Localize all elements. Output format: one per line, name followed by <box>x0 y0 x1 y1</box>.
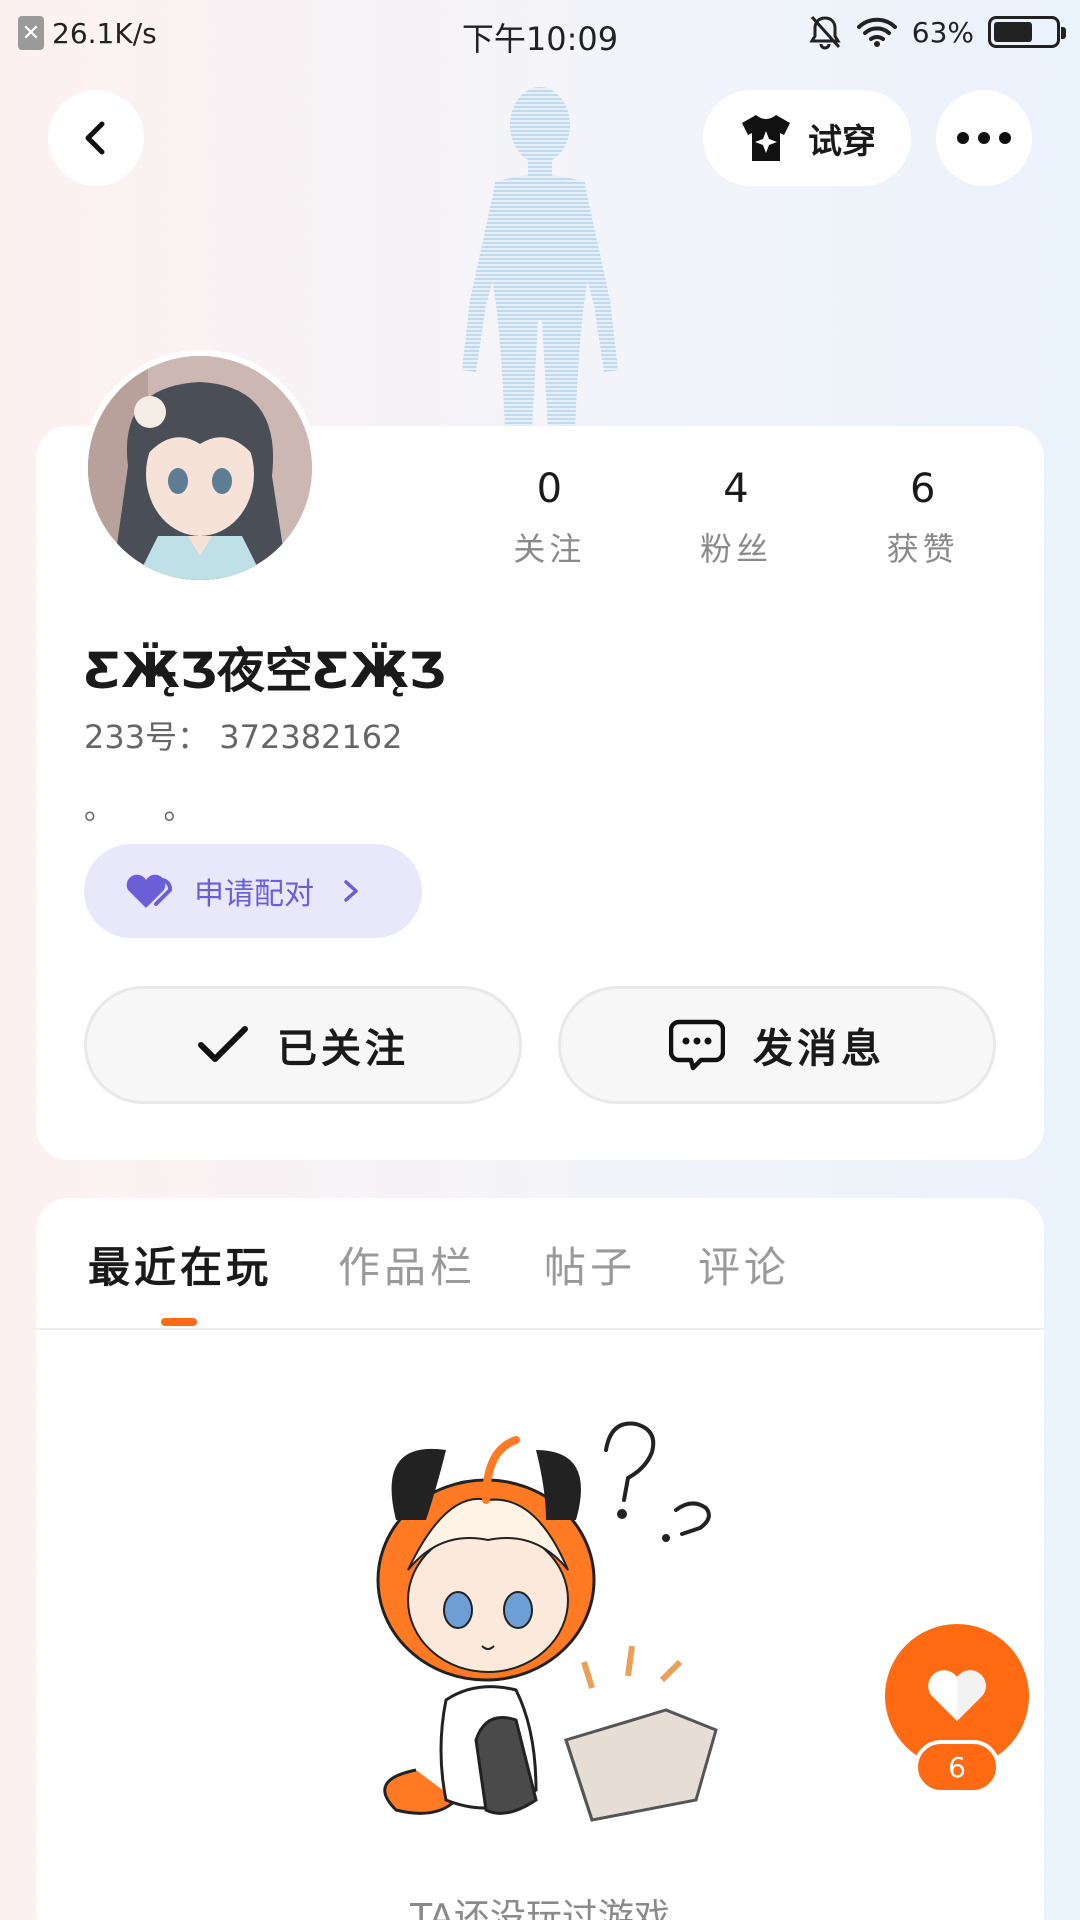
tab-indicator <box>161 1318 197 1326</box>
chevron-left-icon <box>85 121 105 155</box>
avatar[interactable] <box>82 350 318 586</box>
pair-label: 申请配对 <box>194 877 314 912</box>
more-options-button[interactable] <box>936 90 1032 186</box>
followed-button[interactable]: 已关注 <box>84 986 522 1104</box>
message-label: 发消息 <box>753 1026 885 1072</box>
chat-bubble-icon <box>669 1019 725 1071</box>
battery-percent: 63% <box>911 15 974 49</box>
status-bar: ✕ 26.1K/s 下午10:09 63% <box>0 0 1080 70</box>
chevron-right-icon <box>344 880 358 902</box>
tab-works[interactable]: 作品栏 <box>338 1234 476 1295</box>
request-pair-button[interactable]: 申请配对 <box>84 844 422 938</box>
bio: 。 。 <box>84 792 214 827</box>
stat-likes[interactable]: 6 获赞 <box>829 466 1016 570</box>
more-dots-icon <box>957 132 1011 144</box>
battery-fill <box>994 22 1032 42</box>
stat-label: 关注 <box>513 530 586 568</box>
tab-bar: 最近在玩 作品栏 帖子 评论 <box>36 1198 1044 1330</box>
tshirt-sparkle-icon <box>742 115 790 161</box>
username: ƸӜ̵̨̄Ʒ夜空ƸӜ̵̨̄Ʒ <box>84 643 446 699</box>
tab-comments[interactable]: 评论 <box>698 1234 790 1295</box>
stat-label: 获赞 <box>886 530 959 568</box>
wifi-icon <box>856 17 897 47</box>
followed-label: 已关注 <box>277 1026 409 1072</box>
stat-value: 6 <box>909 466 936 512</box>
send-message-button[interactable]: 发消息 <box>558 986 996 1104</box>
heart-icon <box>928 1670 986 1721</box>
like-count-badge: 6 <box>914 1740 1000 1794</box>
content-card: 最近在玩 作品栏 帖子 评论 TA还没玩过游戏 <box>36 1198 1044 1920</box>
stat-following[interactable]: 0 关注 <box>456 466 643 570</box>
stat-label: 粉丝 <box>700 530 773 568</box>
tab-posts[interactable]: 帖子 <box>544 1234 636 1295</box>
user-id: 233号： 372382162 <box>84 718 403 756</box>
try-on-button[interactable]: 试穿 <box>703 90 911 186</box>
stat-value: 0 <box>536 466 563 512</box>
try-on-label: 试穿 <box>808 121 876 162</box>
hologram-avatar-figure <box>462 87 618 430</box>
check-icon <box>198 1026 248 1062</box>
empty-state-mascot-illustration <box>376 1421 718 1822</box>
double-heart-icon <box>126 874 172 908</box>
stat-followers[interactable]: 4 粉丝 <box>643 466 830 570</box>
bell-off-icon <box>809 15 841 50</box>
battery-icon <box>988 16 1066 48</box>
stat-value: 4 <box>723 466 749 512</box>
tab-recently-played[interactable]: 最近在玩 <box>88 1234 272 1295</box>
avatar-image <box>88 356 312 580</box>
back-button[interactable] <box>48 90 144 186</box>
status-right: 63% <box>808 14 1066 50</box>
profile-stats: 0 关注 4 粉丝 6 获赞 <box>456 466 1016 570</box>
empty-state-text: TA还没玩过游戏 <box>410 1897 670 1920</box>
